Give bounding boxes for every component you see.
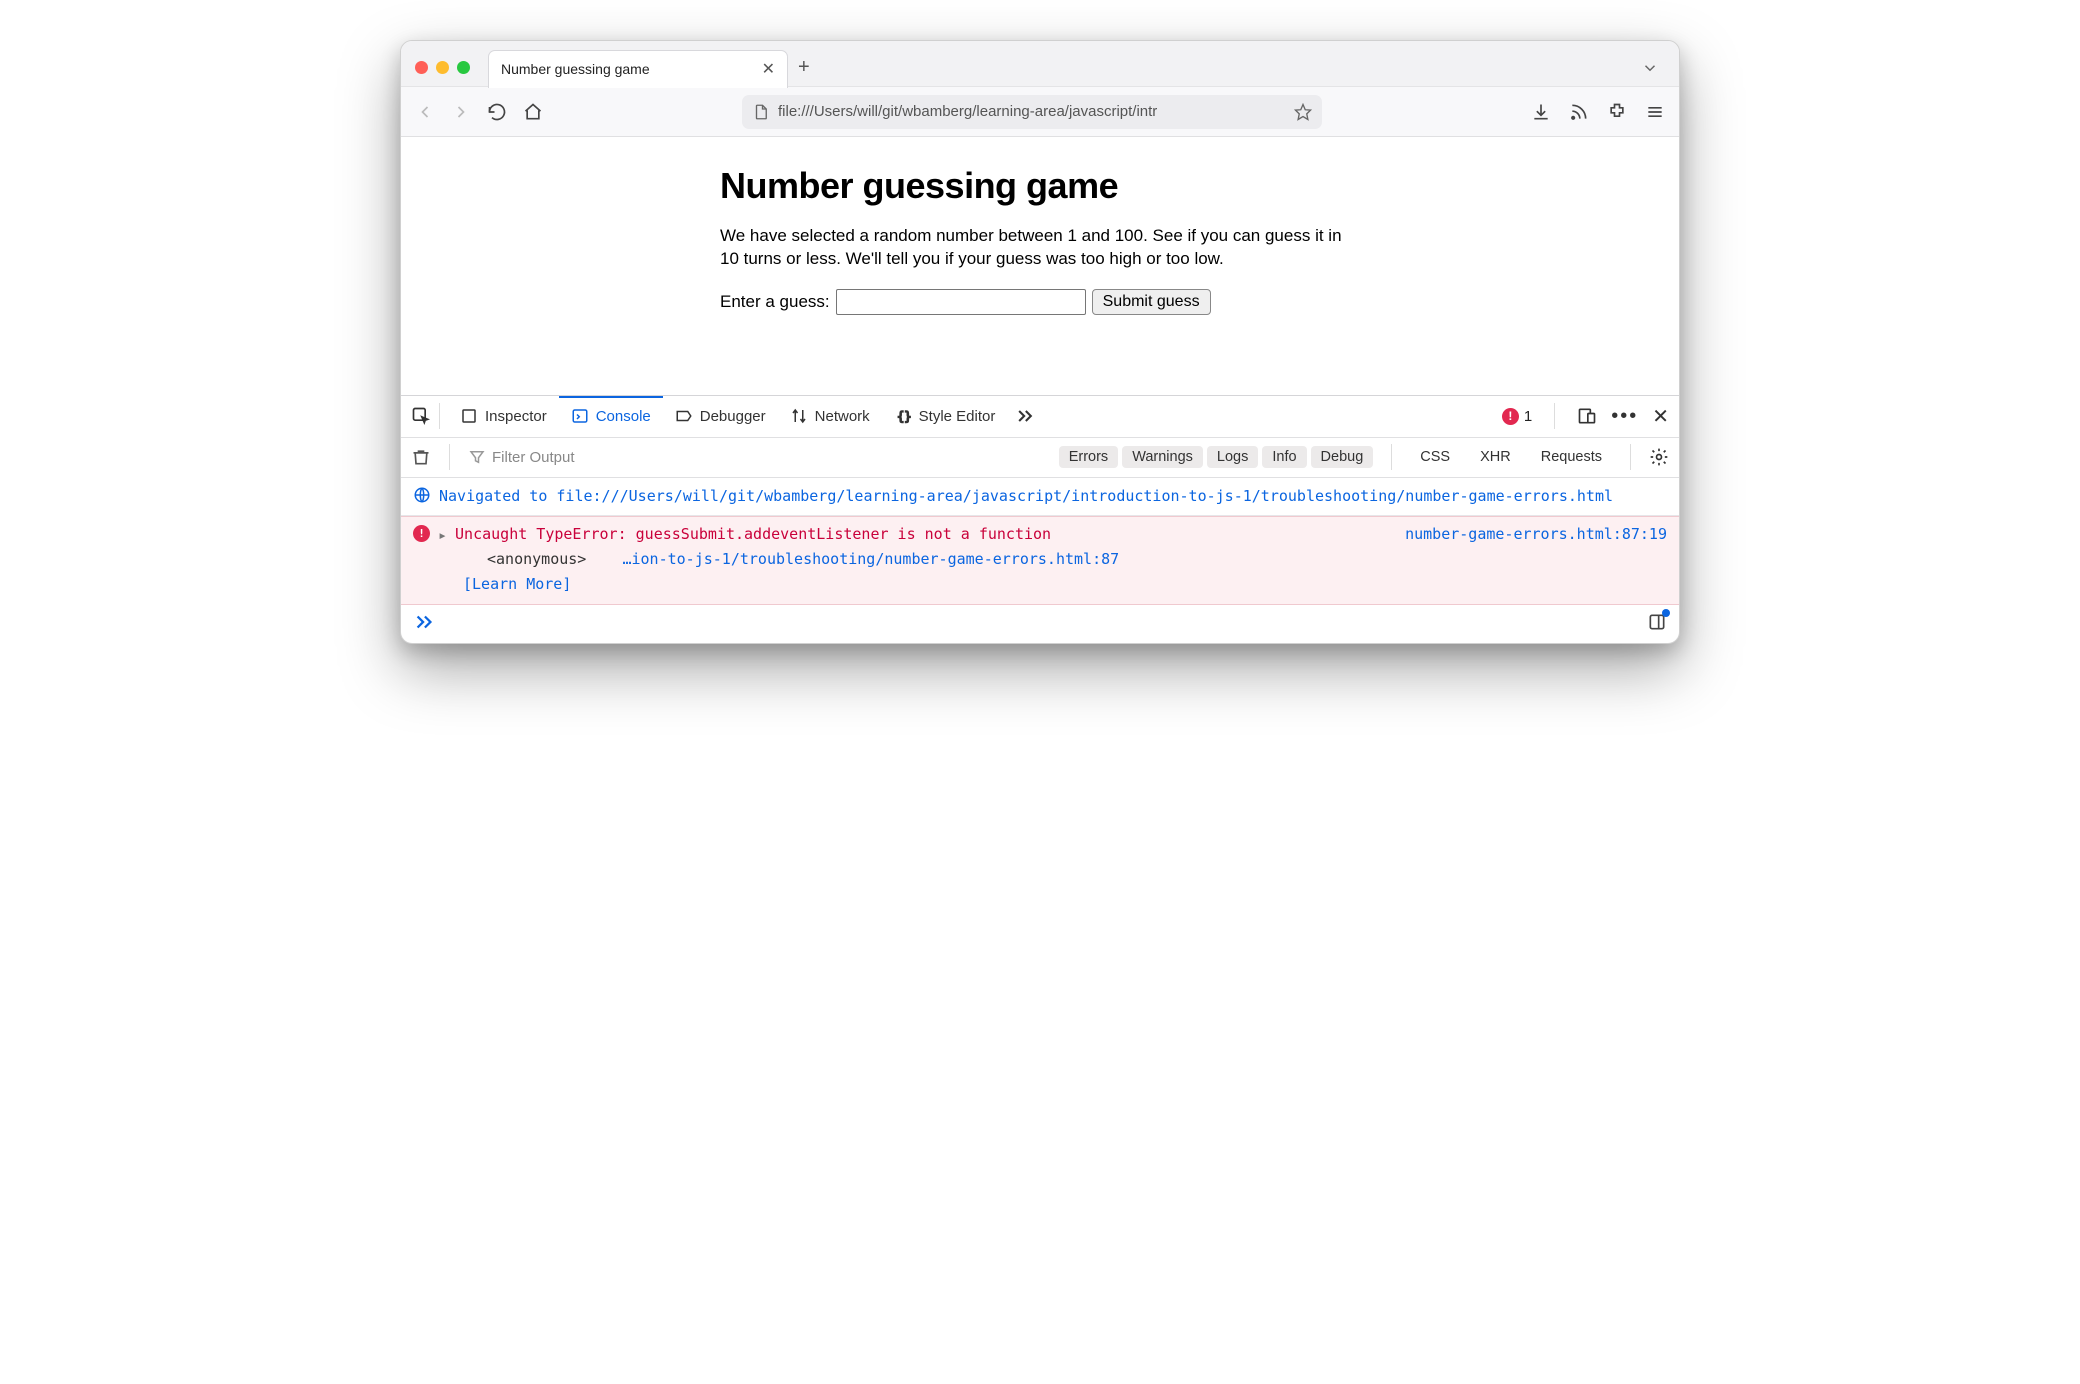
nav-buttons xyxy=(415,102,543,122)
filter-placeholder: Filter Output xyxy=(492,449,575,466)
navigation-message: Navigated to file:///Users/will/git/wbam… xyxy=(439,485,1613,508)
chip-warnings[interactable]: Warnings xyxy=(1122,446,1203,468)
file-icon xyxy=(752,103,770,121)
tabs-dropdown-button[interactable] xyxy=(1641,59,1665,77)
chip-css[interactable]: CSS xyxy=(1410,446,1460,468)
console-output: Navigated to file:///Users/will/git/wbam… xyxy=(401,478,1679,643)
error-source-link[interactable]: number-game-errors.html:87:19 xyxy=(1405,523,1667,546)
menu-icon[interactable] xyxy=(1645,102,1665,122)
tab-console-label: Console xyxy=(596,408,651,425)
responsive-mode-icon[interactable] xyxy=(1577,406,1597,426)
page-body: Number guessing game We have selected a … xyxy=(720,165,1360,315)
tab-debugger[interactable]: Debugger xyxy=(663,396,778,437)
tab-inspector-label: Inspector xyxy=(485,408,547,425)
prompt-chevrons-icon xyxy=(413,611,435,633)
expand-triangle-icon[interactable]: ▸ xyxy=(438,524,447,547)
close-devtools-icon[interactable]: ✕ xyxy=(1652,404,1669,429)
error-count-badge[interactable]: ! 1 xyxy=(1502,408,1532,425)
chip-requests[interactable]: Requests xyxy=(1531,446,1612,468)
devtools-tabs: Inspector Console Debugger Network {} St… xyxy=(401,396,1679,438)
console-error-row[interactable]: ! ▸ Uncaught TypeError: guessSubmit.adde… xyxy=(401,516,1679,605)
inspect-element-icon[interactable] xyxy=(411,406,431,426)
page-viewport: Number guessing game We have selected a … xyxy=(401,137,1679,395)
tab-inspector[interactable]: Inspector xyxy=(448,396,559,437)
console-prompt[interactable] xyxy=(401,605,1679,643)
chip-logs[interactable]: Logs xyxy=(1207,446,1258,468)
page-heading: Number guessing game xyxy=(720,165,1360,207)
address-bar[interactable]: file:///Users/will/git/wbamberg/learning… xyxy=(742,95,1322,129)
tab-debugger-label: Debugger xyxy=(700,408,766,425)
console-navigation-row: Navigated to file:///Users/will/git/wbam… xyxy=(401,478,1679,517)
browser-window: Number guessing game ✕ + xyxy=(400,40,1680,644)
guess-input[interactable] xyxy=(836,289,1086,315)
maximize-window-button[interactable] xyxy=(457,61,470,74)
split-console-icon[interactable] xyxy=(1647,612,1667,632)
error-badge-icon: ! xyxy=(1502,408,1519,425)
tab-network[interactable]: Network xyxy=(778,396,882,437)
devtools-menu-icon[interactable]: ••• xyxy=(1611,405,1638,428)
guess-form: Enter a guess: Submit guess xyxy=(720,289,1360,315)
feed-icon[interactable] xyxy=(1569,102,1589,122)
chip-info[interactable]: Info xyxy=(1262,446,1306,468)
tab-console[interactable]: Console xyxy=(559,396,663,437)
console-toolbar: Filter Output Errors Warnings Logs Info … xyxy=(401,438,1679,478)
window-controls xyxy=(415,61,470,74)
guess-label: Enter a guess: xyxy=(720,292,830,312)
new-tab-button[interactable]: + xyxy=(798,56,810,79)
chip-xhr[interactable]: XHR xyxy=(1470,446,1521,468)
tab-network-label: Network xyxy=(815,408,870,425)
tabs-overflow-icon[interactable] xyxy=(1007,406,1043,426)
forward-button[interactable] xyxy=(451,102,471,122)
log-level-chips: Errors Warnings Logs Info Debug xyxy=(1059,446,1374,468)
chip-errors[interactable]: Errors xyxy=(1059,446,1118,468)
reload-button[interactable] xyxy=(487,102,507,122)
learn-more-link[interactable]: [Learn More] xyxy=(413,571,1667,596)
submit-guess-button[interactable]: Submit guess xyxy=(1092,289,1211,315)
close-tab-icon[interactable]: ✕ xyxy=(762,59,775,79)
error-message: Uncaught TypeError: guessSubmit.addevent… xyxy=(455,523,1051,546)
stack-frame-location[interactable]: …ion-to-js-1/troubleshooting/number-game… xyxy=(622,550,1119,568)
home-button[interactable] xyxy=(523,102,543,122)
stack-frame-anon: <anonymous> xyxy=(487,550,586,568)
clear-console-icon[interactable] xyxy=(411,447,431,467)
back-button[interactable] xyxy=(415,102,435,122)
browser-tab[interactable]: Number guessing game ✕ xyxy=(488,50,788,88)
toolbar-right xyxy=(1531,102,1665,122)
devtools: Inspector Console Debugger Network {} St… xyxy=(401,395,1679,643)
minimize-window-button[interactable] xyxy=(436,61,449,74)
bookmark-star-icon[interactable] xyxy=(1294,103,1312,121)
tab-style-editor[interactable]: {} Style Editor xyxy=(882,396,1008,437)
titlebar: Number guessing game ✕ + xyxy=(401,41,1679,87)
error-count: 1 xyxy=(1524,408,1532,425)
console-settings-icon[interactable] xyxy=(1649,447,1669,467)
globe-icon xyxy=(413,486,431,508)
tab-title: Number guessing game xyxy=(501,61,650,77)
extensions-icon[interactable] xyxy=(1607,102,1627,122)
downloads-icon[interactable] xyxy=(1531,102,1551,122)
close-window-button[interactable] xyxy=(415,61,428,74)
page-intro: We have selected a random number between… xyxy=(720,225,1360,271)
toolbar: file:///Users/will/git/wbamberg/learning… xyxy=(401,87,1679,137)
svg-text:{}: {} xyxy=(897,410,911,424)
filter-output[interactable]: Filter Output xyxy=(468,448,1049,466)
tab-style-editor-label: Style Editor xyxy=(919,408,996,425)
error-icon: ! xyxy=(413,525,430,542)
chip-debug[interactable]: Debug xyxy=(1311,446,1374,468)
url-text: file:///Users/will/git/wbamberg/learning… xyxy=(778,103,1286,120)
